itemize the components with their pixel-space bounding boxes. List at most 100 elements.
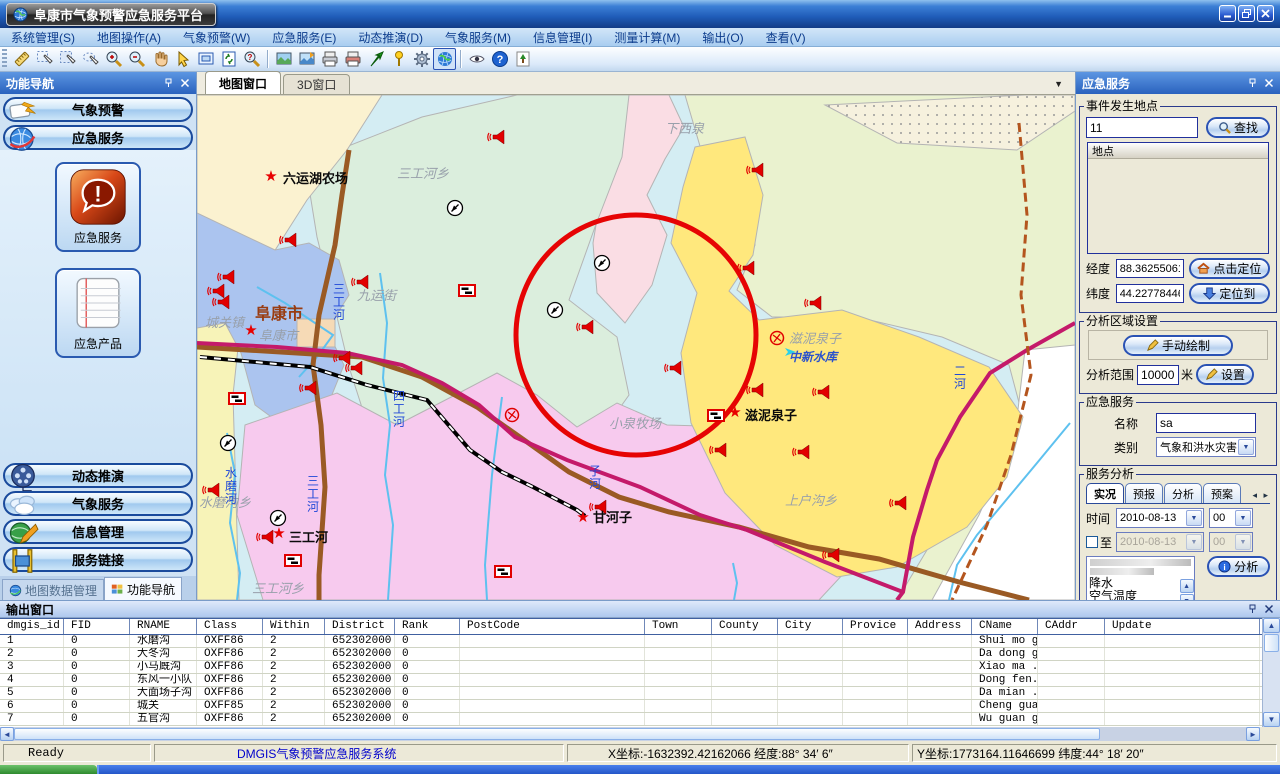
place-marker-icon[interactable] bbox=[387, 48, 410, 70]
column-header-Provice[interactable]: Provice bbox=[843, 619, 908, 634]
refresh-extent-icon[interactable] bbox=[217, 48, 240, 70]
click-locate-button[interactable]: 点击定位 bbox=[1189, 258, 1270, 279]
column-header-Class[interactable]: Class bbox=[197, 619, 263, 634]
table-row[interactable]: 10水磨沟OXFF8626523020000Shui mo gou bbox=[0, 635, 1262, 648]
close-icon[interactable] bbox=[1264, 78, 1274, 88]
close-icon[interactable] bbox=[1264, 604, 1274, 614]
menu-item[interactable]: 气象预警(W) bbox=[172, 29, 261, 46]
location-search-input[interactable] bbox=[1086, 117, 1198, 138]
analysis-tab-预报[interactable]: 预报 bbox=[1125, 483, 1163, 503]
pointer-icon[interactable] bbox=[171, 48, 194, 70]
to-checkbox[interactable] bbox=[1086, 536, 1098, 548]
column-header-District[interactable]: District bbox=[325, 619, 395, 634]
search-button[interactable]: 查找 bbox=[1206, 117, 1270, 138]
column-header-PostCode[interactable]: PostCode bbox=[460, 619, 645, 634]
scroll-up-icon[interactable]: ▲ bbox=[1263, 618, 1280, 633]
zoom-query-icon[interactable]: ? bbox=[240, 48, 263, 70]
output-vscrollbar[interactable]: ▲ ▼ bbox=[1262, 618, 1280, 727]
element-list[interactable]: 降水空气温度 ▲ ▼ bbox=[1086, 556, 1195, 600]
location-list[interactable]: 地点 bbox=[1087, 142, 1269, 254]
print-map-icon[interactable] bbox=[341, 48, 364, 70]
nav-group-动态推演[interactable]: 动态推演 bbox=[3, 463, 193, 488]
help-icon[interactable]: ? bbox=[488, 48, 511, 70]
menu-item[interactable]: 气象服务(M) bbox=[434, 29, 522, 46]
hscroll-thumb[interactable] bbox=[14, 728, 1100, 740]
list-scrollbar[interactable]: ▲ ▼ bbox=[1180, 579, 1194, 600]
map-image-icon[interactable] bbox=[272, 48, 295, 70]
close-button[interactable] bbox=[1257, 5, 1274, 22]
element-item[interactable]: 空气温度 bbox=[1087, 590, 1194, 600]
column-header-RNAME[interactable]: RNAME bbox=[130, 619, 197, 634]
select-icon[interactable] bbox=[33, 48, 56, 70]
date2-select[interactable]: 2010-08-13▼ bbox=[1116, 532, 1204, 552]
flag-marker[interactable] bbox=[495, 566, 511, 577]
nav-button-应急产品[interactable]: 应急产品 bbox=[55, 268, 141, 358]
hour2-select[interactable]: 00▼ bbox=[1209, 532, 1253, 552]
station-icon[interactable] bbox=[548, 303, 563, 318]
nav-group-信息管理[interactable]: 信息管理 bbox=[3, 519, 193, 544]
nav-group-气象服务[interactable]: 气象服务 bbox=[3, 491, 193, 516]
pan-icon[interactable] bbox=[148, 48, 171, 70]
table-row[interactable]: 30小马厩沟OXFF8626523020000Xiao ma ... bbox=[0, 661, 1262, 674]
star-marker[interactable]: ★ bbox=[244, 322, 257, 339]
menu-item[interactable]: 输出(O) bbox=[691, 29, 754, 46]
pin-icon[interactable] bbox=[1248, 604, 1258, 614]
map-tab-dropdown-icon[interactable]: ▼ bbox=[1054, 79, 1063, 89]
menu-item[interactable]: 信息管理(I) bbox=[522, 29, 603, 46]
map-tab-地图窗口[interactable]: 地图窗口 bbox=[205, 71, 281, 94]
star-marker[interactable]: ★ bbox=[264, 168, 277, 185]
green-arrow-icon[interactable] bbox=[364, 48, 387, 70]
table-row[interactable]: 70五官沟OXFF8626523020000Wu guan gou bbox=[0, 713, 1262, 726]
scroll-up-icon[interactable]: ▲ bbox=[1180, 579, 1194, 593]
station-icon[interactable] bbox=[271, 511, 286, 526]
nav-button-应急服务[interactable]: !应急服务 bbox=[55, 162, 141, 252]
tab-scroll-icons[interactable]: ◂ ▸ bbox=[1252, 490, 1270, 503]
printer-icon[interactable] bbox=[318, 48, 341, 70]
locate-to-button[interactable]: 定位到 bbox=[1189, 283, 1270, 304]
latitude-field[interactable] bbox=[1116, 284, 1184, 303]
column-header-CAddr[interactable]: CAddr bbox=[1038, 619, 1105, 634]
lasso-select-icon[interactable] bbox=[79, 48, 102, 70]
service-name-field[interactable] bbox=[1156, 413, 1256, 433]
service-type-select[interactable]: 气象和洪水灾害 ▼ bbox=[1156, 437, 1256, 457]
export-image-icon[interactable] bbox=[295, 48, 318, 70]
column-header-Within[interactable]: Within bbox=[263, 619, 325, 634]
start-button-sliver[interactable] bbox=[0, 765, 97, 774]
table-row[interactable]: 60城关OXFF8526523020000Cheng guan bbox=[0, 700, 1262, 713]
star-marker[interactable]: ★ bbox=[576, 509, 589, 526]
flag-marker[interactable] bbox=[229, 393, 245, 404]
station-icon[interactable] bbox=[221, 436, 236, 451]
marquee-select-icon[interactable] bbox=[56, 48, 79, 70]
column-header-Update[interactable]: Update bbox=[1105, 619, 1260, 634]
globe-active-icon[interactable] bbox=[433, 48, 456, 70]
hour-select[interactable]: 00▼ bbox=[1209, 508, 1253, 528]
station-icon[interactable] bbox=[448, 201, 463, 216]
column-header-City[interactable]: City bbox=[778, 619, 843, 634]
panel-tab-地图数据管理[interactable]: 地图数据管理 bbox=[2, 579, 104, 600]
date-select[interactable]: 2010-08-13▼ bbox=[1116, 508, 1204, 528]
legend-tree-icon[interactable] bbox=[511, 48, 534, 70]
column-header-Rank[interactable]: Rank bbox=[395, 619, 460, 634]
flag-marker[interactable] bbox=[708, 410, 724, 421]
map-tab-3D窗口[interactable]: 3D窗口 bbox=[283, 74, 350, 94]
column-header-Address[interactable]: Address bbox=[908, 619, 972, 634]
menu-item[interactable]: 动态推演(D) bbox=[347, 29, 434, 46]
scroll-down-icon[interactable]: ▼ bbox=[1263, 712, 1280, 727]
vscroll-thumb[interactable] bbox=[1264, 634, 1279, 652]
star-marker[interactable]: ★ bbox=[728, 404, 741, 421]
scroll-down-icon[interactable]: ▼ bbox=[1180, 594, 1194, 600]
nav-group-应急服务[interactable]: 应急服务 bbox=[3, 125, 193, 150]
analysis-tab-分析[interactable]: 分析 bbox=[1164, 483, 1202, 503]
column-header-Town[interactable]: Town bbox=[645, 619, 712, 634]
menu-item[interactable]: 地图操作(A) bbox=[86, 29, 172, 46]
pin-icon[interactable] bbox=[164, 78, 174, 88]
flag-marker[interactable] bbox=[459, 285, 475, 296]
nav-group-气象预警[interactable]: 气象预警 bbox=[3, 97, 193, 122]
table-row[interactable]: 40东风一小队OXFF8626523020000Dong fen... bbox=[0, 674, 1262, 687]
panel-tab-功能导航[interactable]: 功能导航 bbox=[104, 577, 182, 600]
analysis-tab-实况[interactable]: 实况 bbox=[1086, 483, 1124, 503]
analyze-button[interactable]: i 分析 bbox=[1207, 556, 1270, 577]
column-header-CName[interactable]: CName bbox=[972, 619, 1038, 634]
scroll-right-icon[interactable]: ► bbox=[1246, 727, 1260, 741]
full-extent-icon[interactable] bbox=[194, 48, 217, 70]
